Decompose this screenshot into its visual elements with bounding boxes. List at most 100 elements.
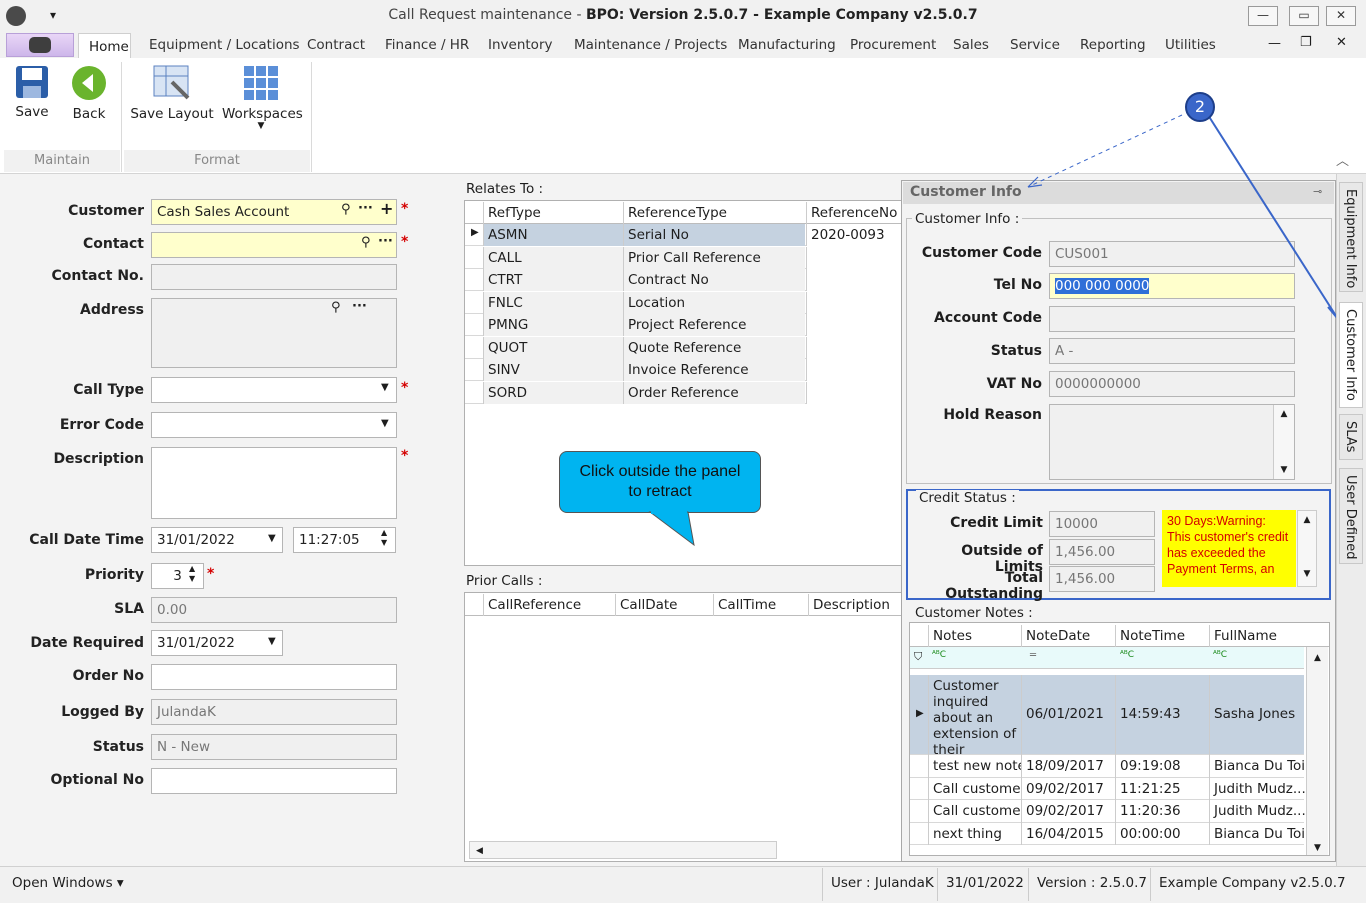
- tab-home[interactable]: Home: [78, 33, 131, 59]
- table-cell: Bianca Du Toit: [1209, 755, 1305, 778]
- column-header[interactable]: FullName: [1209, 625, 1305, 647]
- table-row[interactable]: QUOT Quote Reference: [465, 336, 903, 359]
- tab-contract[interactable]: Contract: [307, 37, 365, 53]
- column-header[interactable]: NoteDate: [1021, 625, 1115, 647]
- outside-limits-field[interactable]: 1,456.00: [1049, 539, 1155, 565]
- filter-row[interactable]: [910, 647, 1304, 669]
- contact-search-icon[interactable]: ⚲: [361, 235, 371, 250]
- customer-status-field[interactable]: A -: [1049, 338, 1295, 364]
- ribbon-divider: [311, 62, 312, 172]
- credit-limit-field[interactable]: 10000: [1049, 511, 1155, 537]
- table-row[interactable]: PMNG Project Reference: [465, 314, 903, 336]
- table-cell: Sasha Jones: [1209, 675, 1305, 755]
- tab-inventory[interactable]: Inventory: [488, 37, 552, 53]
- column-header[interactable]: ReferenceType: [623, 202, 805, 224]
- call-date-field[interactable]: 31/01/2022: [151, 527, 283, 553]
- mdi-minimize-icon[interactable]: —: [1268, 36, 1281, 51]
- table-row[interactable]: CALL Prior Call Reference: [465, 246, 903, 269]
- vertical-scrollbar[interactable]: ▲ ▼: [1273, 405, 1294, 479]
- tab-procurement[interactable]: Procurement: [850, 37, 936, 53]
- call-type-select[interactable]: [151, 377, 397, 403]
- filter-abc-icon[interactable]: ᴬᴮC: [932, 650, 946, 660]
- scroll-left-icon[interactable]: ◀: [470, 846, 483, 856]
- error-code-select[interactable]: [151, 412, 397, 438]
- column-header[interactable]: Description: [808, 594, 903, 616]
- filter-abc-icon[interactable]: ᴬᴮC: [1120, 650, 1134, 660]
- filter-abc-icon[interactable]: ᴬᴮC: [1213, 650, 1227, 660]
- side-tab-slas[interactable]: SLAs: [1339, 414, 1363, 460]
- tab-maintenance-projects[interactable]: Maintenance / Projects: [574, 37, 727, 53]
- column-header[interactable]: NoteTime: [1115, 625, 1209, 647]
- table-row[interactable]: Call customer 09/02/2017 11:21:25 Judith Mu…: [910, 777, 1305, 800]
- chevron-down-icon[interactable]: ▼: [381, 382, 389, 393]
- table-cell: Call customer: [928, 777, 1021, 800]
- vat-no-field[interactable]: 0000000000: [1049, 371, 1295, 397]
- prior-calls-grid: CallReference CallDate CallTime Descript…: [464, 592, 904, 862]
- tab-reporting[interactable]: Reporting: [1080, 37, 1146, 53]
- close-button[interactable]: ✕: [1326, 6, 1356, 26]
- app-menu-button[interactable]: [6, 33, 74, 57]
- address-search-icon[interactable]: ⚲: [331, 300, 341, 315]
- optional-no-field[interactable]: [151, 768, 397, 794]
- column-header[interactable]: CallTime: [713, 594, 807, 616]
- chevron-down-icon[interactable]: ▼: [381, 418, 389, 429]
- column-header[interactable]: ReferenceNo: [806, 202, 903, 224]
- hold-reason-textarea[interactable]: [1049, 404, 1295, 480]
- contact-more-icon[interactable]: ···: [378, 234, 393, 249]
- customer-more-icon[interactable]: ···: [358, 201, 373, 216]
- mdi-close-icon[interactable]: ✕: [1336, 35, 1347, 50]
- status-field[interactable]: N - New: [151, 734, 397, 760]
- minimize-button[interactable]: —: [1248, 6, 1278, 26]
- column-header[interactable]: CallDate: [615, 594, 713, 616]
- side-tab-user-defined[interactable]: User Defined: [1339, 468, 1363, 564]
- tab-utilities[interactable]: Utilities: [1165, 37, 1216, 53]
- table-row[interactable]: Call customer 09/02/2017 11:20:36 Judith Mu…: [910, 800, 1305, 823]
- description-textarea[interactable]: [151, 447, 397, 519]
- filter-icon[interactable]: ⛉: [914, 650, 922, 664]
- open-windows-button[interactable]: Open Windows ▾: [12, 875, 124, 891]
- table-row[interactable]: FNLC Location: [465, 291, 903, 314]
- time-spin-icon[interactable]: ▲ ▼: [381, 528, 387, 548]
- priority-stepper[interactable]: 3: [151, 563, 204, 589]
- table-row[interactable]: CTRT Contract No: [465, 269, 903, 291]
- customer-add-icon[interactable]: +: [380, 199, 393, 218]
- table-row[interactable]: ▶ Customer inquired about an extension of…: [910, 675, 1304, 755]
- chevron-down-icon[interactable]: ▼: [268, 533, 276, 544]
- sla-field[interactable]: 0.00: [151, 597, 397, 623]
- warning-scrollbar[interactable]: ▲ ▼: [1297, 510, 1317, 587]
- side-tab-customer-info[interactable]: Customer Info: [1339, 302, 1363, 408]
- save-button[interactable]: Save: [8, 64, 56, 130]
- tab-sales[interactable]: Sales: [953, 37, 989, 53]
- chevron-down-icon[interactable]: ▼: [268, 636, 276, 647]
- required-marker: *: [401, 448, 409, 464]
- table-row[interactable]: ▶ ASMN Serial No 2020-0093: [465, 224, 903, 246]
- table-row[interactable]: SINV Invoice Reference: [465, 359, 903, 381]
- save-layout-button[interactable]: Save Layout: [130, 64, 214, 130]
- tab-service[interactable]: Service: [1010, 37, 1060, 53]
- contact-no-field[interactable]: [151, 264, 397, 290]
- priority-spin-icon[interactable]: ▲ ▼: [189, 564, 195, 584]
- table-row[interactable]: SORD Order Reference: [465, 381, 903, 404]
- tab-manufacturing[interactable]: Manufacturing: [738, 37, 836, 53]
- column-header[interactable]: Notes: [928, 625, 1021, 647]
- notes-vertical-scrollbar[interactable]: ▲ ▼: [1306, 647, 1328, 855]
- filter-equals-icon[interactable]: ═: [1030, 650, 1036, 661]
- date-required-field[interactable]: 31/01/2022: [151, 630, 283, 656]
- mdi-restore-icon[interactable]: ❐: [1300, 35, 1312, 50]
- address-more-icon[interactable]: ···: [352, 299, 367, 314]
- table-row[interactable]: next thing 16/04/2015 00:00:00 Bianca Du To…: [910, 822, 1305, 845]
- workspaces-button[interactable]: Workspaces ▼: [222, 64, 303, 140]
- back-button[interactable]: Back: [66, 64, 112, 130]
- column-header[interactable]: RefType: [483, 202, 623, 224]
- tab-equipment-locations[interactable]: Equipment / Locations: [149, 37, 300, 53]
- maximize-button[interactable]: ▭: [1289, 6, 1319, 26]
- tab-finance-hr[interactable]: Finance / HR: [385, 37, 469, 53]
- logged-by-field[interactable]: JulandaK: [151, 699, 397, 725]
- order-no-field[interactable]: [151, 664, 397, 690]
- total-outstanding-field[interactable]: 1,456.00: [1049, 566, 1155, 592]
- column-header[interactable]: CallReference: [483, 594, 615, 616]
- table-row[interactable]: test new note 18/09/2017 09:19:08 Bianca Du…: [910, 755, 1305, 778]
- customer-search-icon[interactable]: ⚲: [341, 202, 351, 217]
- side-tab-equipment-info[interactable]: Equipment Info: [1339, 182, 1363, 292]
- horizontal-scrollbar[interactable]: ◀: [469, 841, 777, 859]
